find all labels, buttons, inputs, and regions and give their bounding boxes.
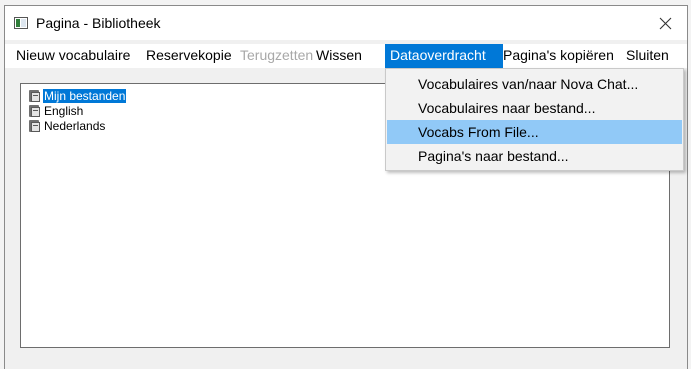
menu-sluiten[interactable]: Sluiten bbox=[621, 44, 674, 68]
folder-icon bbox=[28, 120, 40, 132]
folder-icon bbox=[28, 105, 40, 117]
close-icon bbox=[659, 17, 671, 29]
tree-item-nederlands[interactable]: Nederlands bbox=[28, 119, 106, 133]
close-button[interactable] bbox=[643, 6, 687, 40]
title-bar[interactable]: Pagina - Bibliotheek bbox=[5, 6, 687, 40]
folder-icon bbox=[28, 90, 40, 102]
window-app-icon bbox=[14, 17, 28, 29]
tree-item-english[interactable]: English bbox=[28, 104, 84, 118]
tree-item-mijn-bestanden[interactable]: Mijn bestanden bbox=[28, 89, 127, 103]
dropdown-item-vocab-naar-bestand[interactable]: Vocabulaires naar bestand... bbox=[387, 96, 682, 120]
menu-nieuw-vocabulaire[interactable]: Nieuw vocabulaire bbox=[11, 44, 135, 68]
menu-bar: Nieuw vocabulaire Reservekopie Terugzett… bbox=[5, 44, 687, 68]
dataoverdracht-dropdown: Vocabulaires van/naar Nova Chat... Vocab… bbox=[385, 68, 684, 171]
dropdown-item-nova-chat[interactable]: Vocabulaires van/naar Nova Chat... bbox=[387, 72, 682, 96]
library-window: Pagina - Bibliotheek Nieuw vocabulaire R… bbox=[4, 5, 688, 369]
menu-wissen[interactable]: Wissen bbox=[311, 44, 367, 68]
menu-dataoverdracht[interactable]: Dataoverdracht bbox=[385, 44, 503, 68]
menu-paginas-kopieren[interactable]: Pagina's kopiëren bbox=[498, 44, 619, 68]
dropdown-item-paginas-naar-bestand[interactable]: Pagina's naar bestand... bbox=[387, 144, 682, 168]
menu-reservekopie[interactable]: Reservekopie bbox=[141, 44, 237, 68]
tree-item-label: English bbox=[44, 104, 84, 118]
window-title: Pagina - Bibliotheek bbox=[36, 15, 161, 31]
dropdown-item-vocabs-from-file[interactable]: Vocabs From File... bbox=[387, 120, 682, 144]
tree-item-label: Nederlands bbox=[44, 119, 106, 133]
tree-item-label: Mijn bestanden bbox=[43, 89, 127, 103]
menu-terugzetten[interactable]: Terugzetten bbox=[235, 44, 318, 68]
